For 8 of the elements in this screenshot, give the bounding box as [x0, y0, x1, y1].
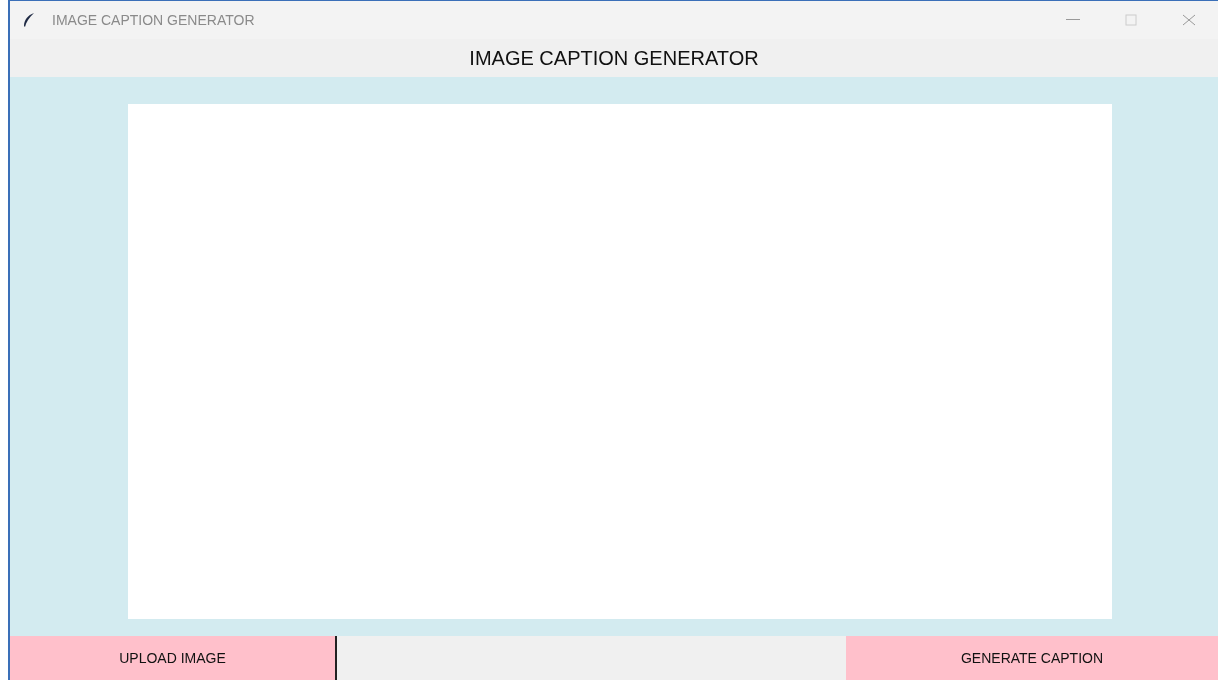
upload-image-button[interactable]: UPLOAD IMAGE: [10, 636, 337, 680]
minimize-icon[interactable]: [1066, 19, 1080, 21]
maximize-icon[interactable]: [1125, 14, 1137, 26]
window-title: IMAGE CAPTION GENERATOR: [52, 12, 255, 28]
feather-icon: [22, 12, 36, 28]
close-icon[interactable]: [1182, 14, 1196, 26]
generate-caption-button[interactable]: GENERATE CAPTION: [846, 636, 1218, 680]
app-heading: IMAGE CAPTION GENERATOR: [469, 46, 759, 70]
